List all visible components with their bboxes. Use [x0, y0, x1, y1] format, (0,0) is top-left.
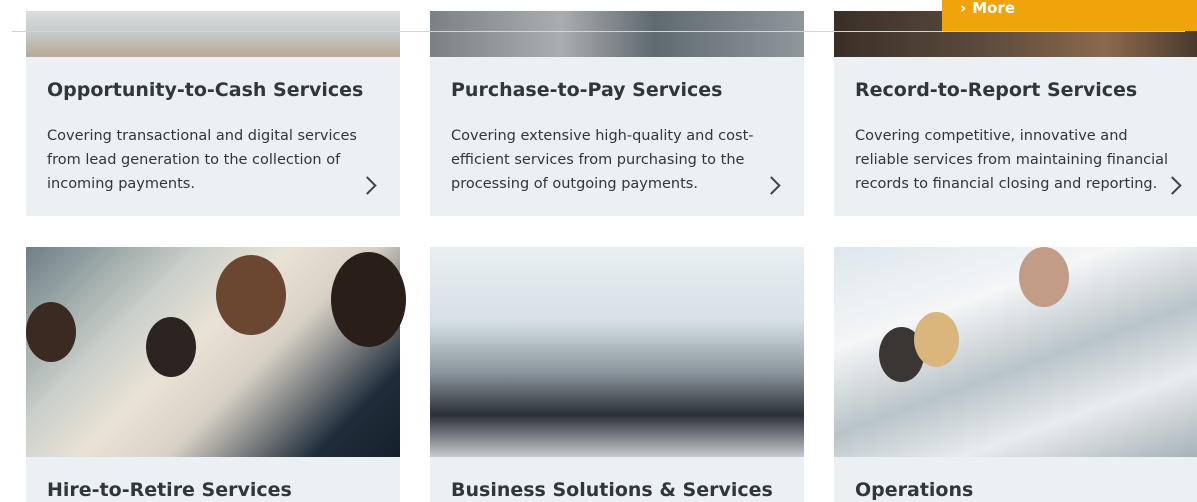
person-shape — [146, 317, 196, 377]
card-description: Covering competitive, innovative and rel… — [855, 128, 1169, 192]
person-shape — [331, 252, 406, 347]
card-title: Record-to-Report Services — [855, 79, 1138, 101]
more-button[interactable]: › More — [942, 0, 1197, 31]
card-description: Covering extensive high-quality and cost… — [451, 128, 754, 192]
person-shape — [216, 255, 286, 335]
header-divider — [12, 31, 1185, 32]
service-card-business-solutions[interactable]: Business Solutions & Services — [430, 247, 804, 502]
card-image — [430, 247, 804, 457]
card-title: Operations — [855, 479, 974, 501]
person-shape — [26, 302, 76, 362]
service-card-operations[interactable]: Operations — [834, 247, 1197, 502]
card-image — [834, 247, 1197, 457]
card-image — [430, 11, 804, 57]
card-image — [26, 247, 406, 457]
card-title: Business Solutions & Services — [451, 479, 773, 501]
more-button-label: More — [972, 0, 1015, 17]
person-shape — [914, 312, 959, 367]
person-shape — [1019, 247, 1069, 307]
arrow-right-icon: › — [960, 0, 967, 17]
card-title: Opportunity-to-Cash Services — [47, 79, 364, 101]
service-card-opportunity-to-cash[interactable]: Opportunity-to-Cash Services Covering tr… — [26, 11, 400, 216]
service-card-record-to-report[interactable]: Record-to-Report Services Covering compe… — [834, 11, 1197, 216]
card-description: Covering transactional and digital servi… — [47, 128, 357, 192]
card-title: Hire-to-Retire Services — [47, 479, 292, 501]
card-title: Purchase-to-Pay Services — [451, 79, 723, 101]
service-card-hire-to-retire[interactable]: Hire-to-Retire Services — [26, 247, 406, 502]
card-image — [26, 11, 400, 57]
service-card-purchase-to-pay[interactable]: Purchase-to-Pay Services Covering extens… — [430, 11, 804, 216]
